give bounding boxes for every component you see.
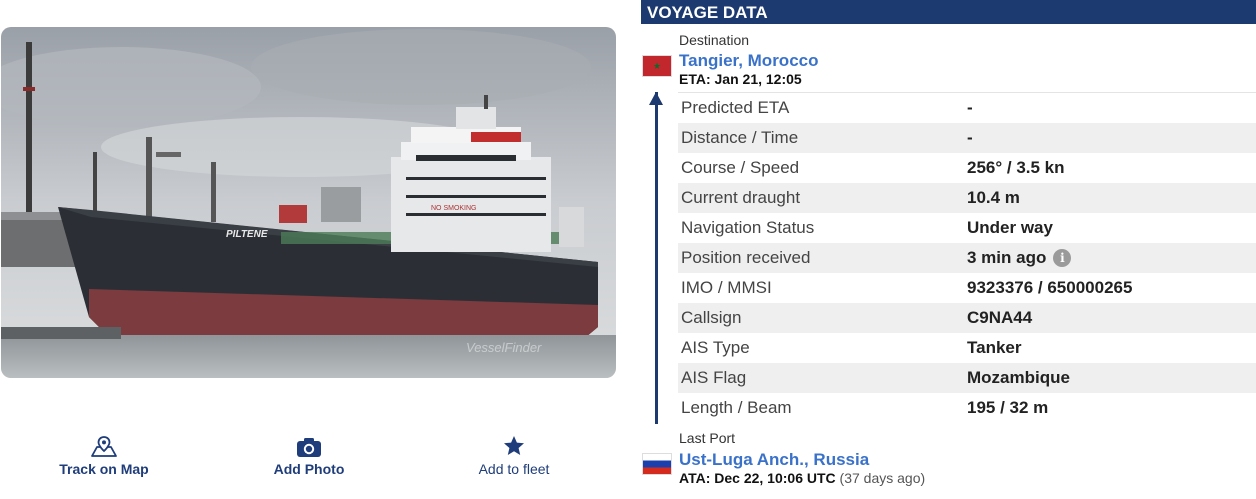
destination-port-link[interactable]: Tangier, Morocco: [679, 51, 819, 71]
table-row: IMO / MMSI 9323376 / 650000265: [678, 273, 1256, 303]
table-row: Navigation Status Under way: [678, 213, 1256, 243]
table-row: Callsign C9NA44: [678, 303, 1256, 333]
table-row: Length / Beam 195 / 32 m: [678, 393, 1256, 423]
star-icon: [502, 430, 526, 458]
row-value: 256° / 3.5 kn: [967, 158, 1065, 177]
table-row: AIS Type Tanker: [678, 333, 1256, 363]
row-label: Callsign: [681, 308, 742, 327]
add-to-fleet-button[interactable]: Add to fleet: [474, 430, 554, 477]
track-on-map-button[interactable]: Track on Map: [59, 430, 149, 477]
row-label: Position received: [681, 248, 811, 267]
photo-watermark: VesselFinder: [466, 340, 542, 355]
table-row: Current draught 10.4 m: [678, 183, 1256, 213]
row-label: Current draught: [681, 188, 801, 207]
add-photo-label: Add Photo: [273, 461, 345, 477]
row-value: Mozambique: [967, 368, 1070, 387]
last-port-label: Last Port: [679, 430, 736, 446]
row-value: 10.4 m: [967, 188, 1020, 207]
hull-name: PILTENE: [226, 229, 268, 240]
row-label: Predicted ETA: [681, 98, 790, 117]
add-to-fleet-label: Add to fleet: [478, 461, 550, 477]
superstructure-text: NO SMOKING: [431, 205, 477, 212]
last-port-ata: ATA: Dec 22, 10:06 UTC (37 days ago): [679, 470, 925, 486]
last-port-link[interactable]: Ust-Luga Anch., Russia: [679, 450, 869, 470]
voyage-data-title: VOYAGE DATA: [641, 0, 1256, 24]
destination-eta: ETA: Jan 21, 12:05: [679, 71, 802, 87]
voyage-data-panel: VOYAGE DATA Destination ★ Tangier, Moroc…: [641, 0, 1256, 499]
map-pin-icon: [89, 430, 119, 458]
row-label: Course / Speed: [681, 158, 800, 177]
timeline-arrow-icon: [649, 92, 663, 105]
row-label: IMO / MMSI: [681, 278, 772, 297]
vessel-photo-image: NO SMOKING PILTENE VesselFinder: [1, 27, 616, 378]
row-value: Under way: [967, 218, 1053, 237]
table-row: Position received 3 min ago i: [678, 243, 1256, 273]
russia-flag-icon: [642, 453, 672, 475]
row-label: Navigation Status: [681, 218, 815, 237]
table-row: Distance / Time -: [678, 123, 1256, 153]
row-label: Distance / Time: [681, 128, 799, 147]
last-port-ata-text: ATA: Dec 22, 10:06 UTC: [679, 470, 836, 486]
row-value: 3 min ago i: [967, 248, 1072, 268]
last-port-ago: (37 days ago): [839, 470, 926, 486]
destination-label: Destination: [679, 32, 750, 48]
row-value: -: [967, 128, 973, 147]
row-value: C9NA44: [967, 308, 1033, 327]
table-row: AIS Flag Mozambique: [678, 363, 1256, 393]
camera-icon: [295, 430, 323, 458]
morocco-flag-icon: ★: [642, 55, 672, 77]
table-row: Course / Speed 256° / 3.5 kn: [678, 153, 1256, 183]
vessel-photo[interactable]: NO SMOKING PILTENE VesselFinder: [1, 27, 616, 378]
track-on-map-label: Track on Map: [59, 461, 149, 477]
voyage-data-table: Predicted ETA - Distance / Time - Course…: [678, 92, 1256, 423]
vessel-actions: Track on Map Add Photo Add to fleet: [0, 430, 620, 490]
position-received-value: 3 min ago: [967, 248, 1047, 267]
row-value: 195 / 32 m: [967, 398, 1049, 417]
row-label: AIS Type: [681, 338, 750, 357]
row-label: AIS Flag: [681, 368, 747, 387]
row-value: 9323376 / 650000265: [967, 278, 1133, 297]
row-label: Length / Beam: [681, 398, 792, 417]
info-icon[interactable]: i: [1053, 249, 1072, 267]
table-row: Predicted ETA -: [678, 93, 1256, 123]
voyage-timeline-line: [655, 92, 658, 424]
add-photo-button[interactable]: Add Photo: [270, 430, 348, 477]
row-value: Tanker: [967, 338, 1022, 357]
row-value: -: [967, 98, 973, 117]
